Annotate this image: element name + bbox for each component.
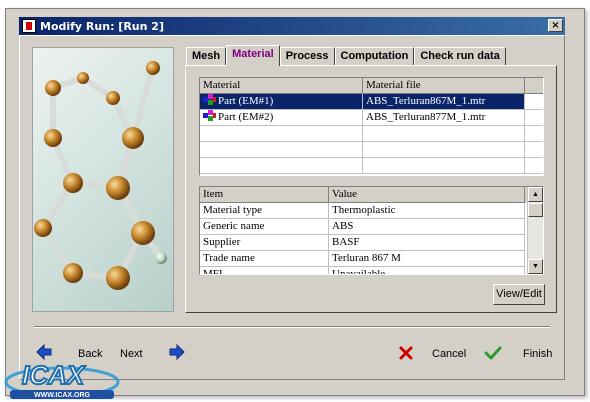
title-bar: Modify Run: [Run 2] × bbox=[19, 17, 565, 35]
cancel-x-icon bbox=[399, 346, 413, 360]
tab-strip: Mesh Material Process Computation Check … bbox=[186, 45, 506, 66]
svg-text:WWW.ICAX.ORG: WWW.ICAX.ORG bbox=[34, 392, 91, 399]
scroll-down-arrow-icon[interactable]: ▼ bbox=[528, 259, 543, 274]
tab-material[interactable]: Material bbox=[226, 45, 280, 66]
material-name: Part (EM#1) bbox=[218, 95, 274, 107]
column-header-material-file[interactable]: Material file bbox=[363, 78, 525, 94]
part-icon bbox=[203, 94, 217, 106]
property-value: Thermoplastic bbox=[329, 203, 525, 219]
column-header-value[interactable]: Value bbox=[329, 187, 525, 203]
table-row[interactable]: Part (EM#2) ABS_Terluran877M_1.mtr bbox=[200, 110, 543, 126]
material-file-cell[interactable]: ABS_Terluran867M_1.mtr bbox=[363, 94, 525, 110]
property-item: Supplier bbox=[200, 235, 329, 251]
finish-check-icon bbox=[484, 346, 502, 360]
tab-check-run-data[interactable]: Check run data bbox=[414, 47, 506, 66]
part-icon bbox=[203, 110, 217, 122]
cancel-button[interactable]: Cancel bbox=[396, 344, 468, 364]
scroll-up-arrow-icon[interactable]: ▲ bbox=[528, 187, 543, 202]
property-scrollbar[interactable]: ▲ ▼ bbox=[527, 187, 543, 274]
footer-separator bbox=[34, 326, 550, 328]
column-header-item[interactable]: Item bbox=[200, 187, 329, 203]
table-row bbox=[200, 158, 543, 174]
property-table: Item Value Material type Thermoplastic G… bbox=[199, 186, 544, 275]
property-item: Material type bbox=[200, 203, 329, 219]
close-button[interactable]: × bbox=[548, 19, 563, 32]
table-row[interactable]: Supplier BASF bbox=[200, 235, 543, 251]
material-name: Part (EM#2) bbox=[218, 111, 274, 123]
molecule-illustration bbox=[34, 61, 167, 290]
table-row[interactable]: Trade name Terluran 867 M bbox=[200, 251, 543, 267]
property-value: BASF bbox=[329, 235, 525, 251]
table-row bbox=[200, 126, 543, 142]
table-row[interactable]: Material type Thermoplastic bbox=[200, 203, 543, 219]
material-table: Material Material file Part (EM#1) ABS_T… bbox=[199, 77, 544, 176]
material-cell[interactable]: Part (EM#2) bbox=[200, 110, 363, 126]
icax-logo: ICAX WWW.ICAX.ORG bbox=[0, 352, 130, 400]
property-value: Terluran 867 M bbox=[329, 251, 525, 267]
table-row bbox=[200, 142, 543, 158]
tab-computation[interactable]: Computation bbox=[334, 47, 415, 66]
window-title: Modify Run: [Run 2] bbox=[40, 19, 164, 33]
app-icon bbox=[22, 19, 36, 33]
finish-button[interactable]: Finish bbox=[484, 344, 554, 364]
tab-process[interactable]: Process bbox=[279, 47, 335, 66]
property-item: Trade name bbox=[200, 251, 329, 267]
tab-mesh[interactable]: Mesh bbox=[186, 47, 227, 66]
finish-label: Finish bbox=[523, 348, 553, 360]
next-arrow-icon bbox=[169, 344, 185, 360]
view-edit-button[interactable]: View/Edit bbox=[493, 284, 545, 305]
scroll-thumb[interactable] bbox=[528, 203, 543, 217]
table-row[interactable]: Part (EM#1) ABS_Terluran867M_1.mtr bbox=[200, 94, 543, 110]
material-file-cell[interactable]: ABS_Terluran877M_1.mtr bbox=[363, 110, 525, 126]
table-row[interactable]: Generic name ABS bbox=[200, 219, 543, 235]
property-table-header: Item Value bbox=[200, 187, 543, 203]
table-row[interactable]: MFI Unavailable bbox=[200, 267, 543, 274]
property-item: MFI bbox=[200, 267, 329, 274]
cancel-label: Cancel bbox=[432, 348, 467, 360]
svg-text:ICAX: ICAX bbox=[22, 360, 86, 390]
material-cell[interactable]: Part (EM#1) bbox=[200, 94, 363, 110]
material-table-header: Material Material file bbox=[200, 78, 543, 94]
molecule-image bbox=[32, 47, 174, 312]
column-header-material[interactable]: Material bbox=[200, 78, 363, 94]
property-value: ABS bbox=[329, 219, 525, 235]
icax-logo-graphic: ICAX WWW.ICAX.ORG bbox=[4, 359, 120, 399]
property-item: Generic name bbox=[200, 219, 329, 235]
property-value: Unavailable bbox=[329, 267, 525, 274]
